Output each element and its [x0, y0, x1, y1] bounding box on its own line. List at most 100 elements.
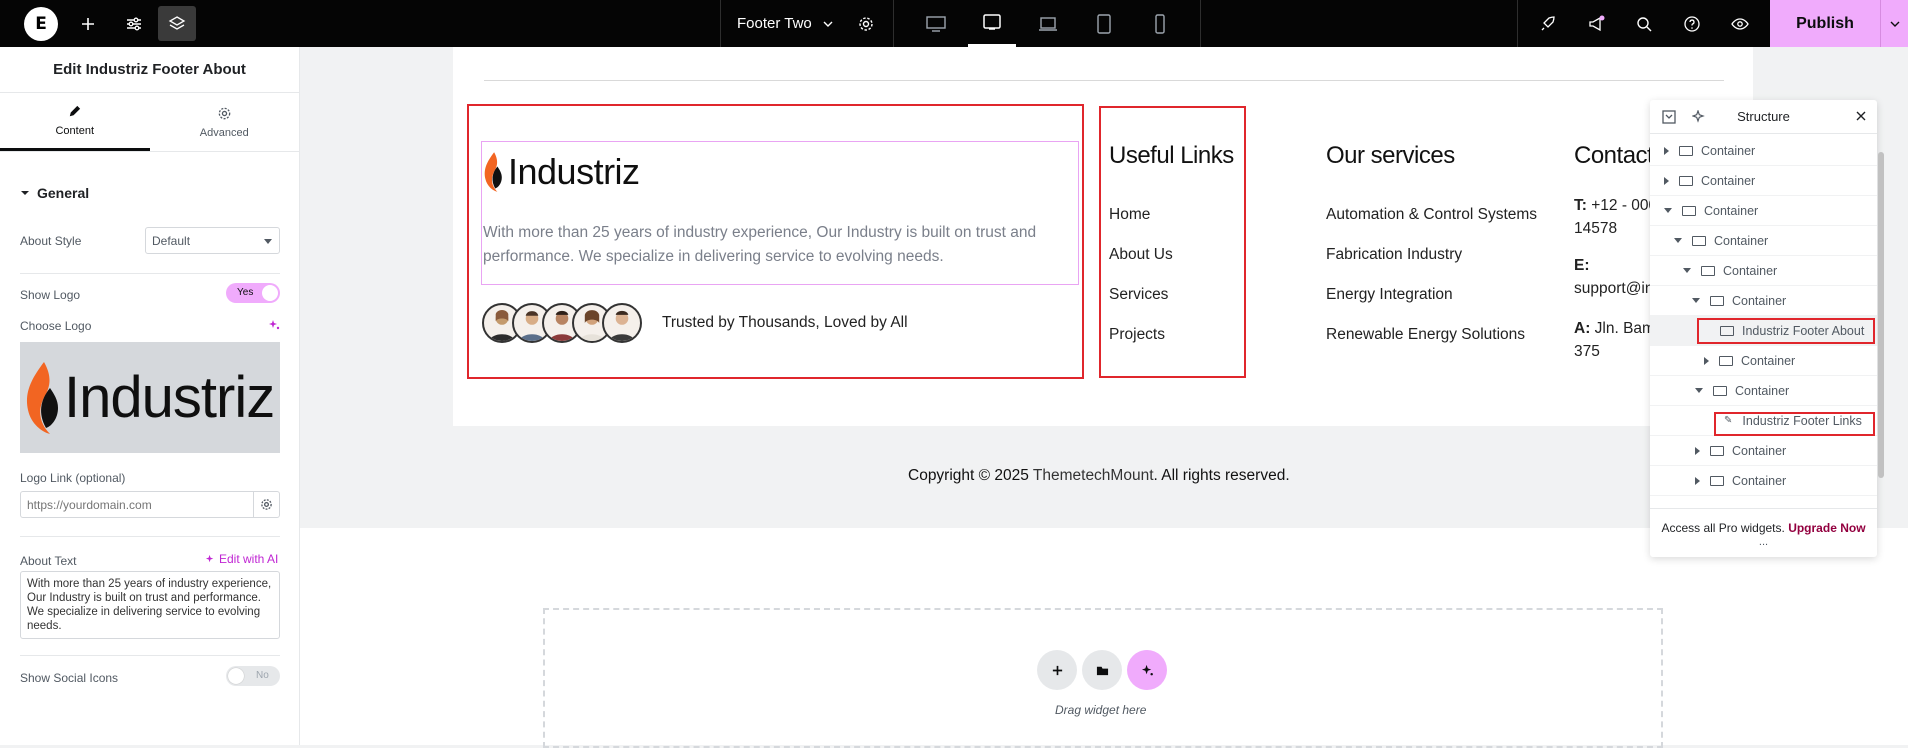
footer-link-projects[interactable]: Projects [1109, 326, 1165, 344]
structure-row[interactable]: Container [1650, 346, 1877, 376]
structure-row[interactable]: Container [1650, 436, 1877, 466]
contact-phone: T: +12 - 000 14578 [1574, 194, 1657, 240]
more-handle[interactable]: ... [1650, 537, 1877, 548]
structure-row[interactable]: Container [1650, 166, 1877, 196]
contact-address-value: Jln. Bam [1594, 320, 1655, 337]
tab-content[interactable]: Content [0, 93, 150, 151]
publish-options-button[interactable] [1880, 0, 1908, 47]
laptop-icon [1039, 16, 1057, 31]
footer-divider [484, 80, 1724, 81]
show-logo-label: Show Logo [20, 288, 81, 302]
structure-row-label: Container [1701, 173, 1756, 188]
gear-icon [261, 499, 272, 510]
contact-address-label: A: [1574, 320, 1591, 337]
ai-generate-button[interactable] [1127, 650, 1167, 690]
show-social-toggle[interactable]: No [226, 666, 280, 686]
show-social-value: No [256, 670, 269, 681]
footer-link-about[interactable]: About Us [1109, 246, 1173, 264]
structure-row-label: Container [1701, 143, 1756, 158]
service-link[interactable]: Fabrication Industry [1326, 246, 1462, 264]
publish-button[interactable]: Publish [1770, 0, 1880, 47]
structure-row[interactable]: Container [1650, 136, 1877, 166]
about-text-textarea[interactable]: With more than 25 years of industry expe… [20, 571, 280, 639]
footer-about-text: With more than 25 years of industry expe… [483, 224, 1037, 265]
site-settings-button[interactable] [110, 0, 158, 47]
structure-row-label: Container [1704, 203, 1759, 218]
service-link[interactable]: Energy Integration [1326, 286, 1453, 304]
sliders-icon [127, 17, 141, 30]
contact-email-label: E: [1574, 257, 1590, 274]
footer-link-home[interactable]: Home [1109, 206, 1150, 224]
copyright-suffix: . All rights reserved. [1153, 467, 1290, 484]
about-style-select[interactable]: Default [145, 227, 280, 254]
logo-link-input[interactable] [20, 491, 254, 518]
structure-row-label: Container [1714, 233, 1769, 248]
section-general[interactable]: General [20, 185, 89, 201]
add-template-button[interactable] [1082, 650, 1122, 690]
structure-row[interactable]: Container [1650, 226, 1877, 256]
device-tablet-landscape-button[interactable] [968, 0, 1016, 47]
tab-advanced[interactable]: Advanced [150, 93, 300, 151]
page-settings-button[interactable] [842, 0, 890, 47]
ai-sparkle-icon[interactable] [1692, 110, 1706, 124]
copyright-prefix: Copyright © 2025 [908, 467, 1029, 484]
structure-row[interactable]: Container [1650, 376, 1877, 406]
elementor-logo-icon[interactable]: E [24, 7, 58, 41]
eye-icon [1731, 17, 1749, 30]
device-desktop-button[interactable] [912, 0, 960, 47]
notifications-button[interactable] [1572, 0, 1620, 47]
add-element-button[interactable] [64, 0, 112, 47]
structure-row[interactable]: Container [1650, 286, 1877, 316]
caret-down-icon [21, 191, 29, 195]
structure-row[interactable]: Container [1650, 196, 1877, 226]
copyright-brand-link[interactable]: ThemetechMount [1033, 467, 1154, 484]
link-options-button[interactable] [253, 491, 280, 518]
folder-icon [1096, 666, 1108, 675]
help-button[interactable] [1668, 0, 1716, 47]
structure-button[interactable] [158, 6, 196, 41]
device-mobile-button[interactable] [1136, 0, 1184, 47]
pro-widgets-text: Access all Pro widgets. [1661, 521, 1785, 535]
edit-with-ai-button[interactable]: Edit with AI [205, 552, 278, 566]
launch-button[interactable] [1524, 0, 1572, 47]
footer-brand-logo[interactable]: Industriz [482, 150, 640, 194]
avatar-group [482, 303, 642, 343]
contact-phone-label: T: [1574, 197, 1587, 214]
add-section-button[interactable] [1037, 650, 1077, 690]
structure-row-label: Container [1741, 353, 1796, 368]
flame-logo-icon [26, 361, 58, 434]
mobile-icon [1155, 13, 1165, 34]
drag-widget-hint: Drag widget here [1055, 703, 1147, 717]
structure-row-label: Container [1732, 443, 1787, 458]
plus-icon [82, 17, 94, 30]
structure-row-label: Container [1732, 293, 1787, 308]
footer-link-services[interactable]: Services [1109, 286, 1168, 304]
service-link[interactable]: Automation & Control Systems [1326, 206, 1537, 224]
structure-row[interactable]: Container [1650, 466, 1877, 496]
structure-row[interactable]: Container [1650, 256, 1877, 286]
section-general-label: General [37, 185, 90, 201]
show-social-label: Show Social Icons [20, 671, 119, 685]
ai-sparkle-icon[interactable] [268, 319, 280, 331]
tablet-icon [1097, 13, 1111, 34]
logo-preview-image[interactable]: Industriz [20, 342, 280, 453]
close-icon[interactable] [1855, 110, 1867, 122]
structure-scrollbar[interactable] [1878, 152, 1884, 478]
show-logo-toggle[interactable]: Yes [226, 283, 280, 303]
device-tablet-button[interactable] [1080, 0, 1128, 47]
document-title[interactable]: Footer Two [737, 0, 834, 47]
preview-button[interactable] [1716, 0, 1764, 47]
upgrade-now-link[interactable]: Upgrade Now [1788, 521, 1865, 535]
device-laptop-button[interactable] [1024, 0, 1072, 47]
collapse-all-icon[interactable] [1662, 110, 1676, 124]
tab-advanced-label: Advanced [199, 126, 249, 139]
service-link[interactable]: Renewable Energy Solutions [1326, 326, 1525, 344]
search-button[interactable] [1620, 0, 1668, 47]
ai-sparkle-icon [205, 554, 214, 562]
trusted-text: Trusted by Thousands, Loved by All [662, 314, 908, 331]
choose-logo-label: Choose Logo [20, 319, 92, 333]
tablet-landscape-icon [983, 14, 1001, 30]
contact-address: A: Jln. Bam 375 [1574, 317, 1655, 363]
pencil-icon [70, 105, 81, 117]
tab-content-label: Content [55, 125, 95, 137]
